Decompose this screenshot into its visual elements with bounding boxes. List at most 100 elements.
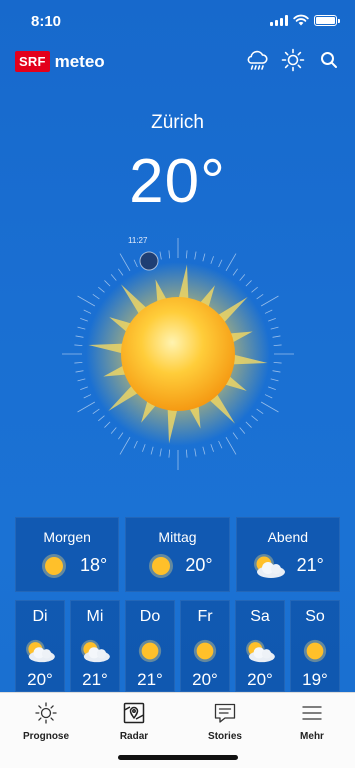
dial-tick bbox=[210, 444, 214, 452]
search-icon[interactable] bbox=[317, 48, 341, 72]
dial-tick bbox=[270, 326, 279, 330]
segment-label: Abend bbox=[267, 529, 309, 545]
dial-tick bbox=[264, 309, 273, 314]
dial-tick bbox=[92, 408, 100, 414]
sun-cloud-icon bbox=[26, 639, 55, 663]
forecast-day-temperature: 19° bbox=[302, 670, 328, 689]
battery-icon bbox=[314, 14, 340, 26]
dial-tick bbox=[142, 444, 146, 452]
forecast-day[interactable]: So 19° bbox=[290, 600, 340, 692]
dial-tick bbox=[110, 274, 117, 281]
city-name[interactable]: Zürich bbox=[0, 112, 355, 134]
forecast-day[interactable]: Do 21° bbox=[125, 600, 175, 692]
dial-tick bbox=[133, 259, 138, 268]
dial-tick bbox=[260, 295, 279, 307]
dial-tick bbox=[202, 253, 206, 262]
dial-tick bbox=[168, 250, 171, 259]
dial-tick bbox=[239, 274, 246, 281]
sun-disc bbox=[121, 297, 235, 411]
dial-tick bbox=[239, 427, 246, 434]
forecast-day[interactable]: Fr 20° bbox=[180, 600, 230, 692]
dial-tick bbox=[232, 268, 238, 276]
sun-cloud-icon bbox=[246, 639, 275, 663]
day-segments: Morgen 18° Mittag 20° Abend 21° bbox=[15, 517, 340, 592]
tab-label: Stories bbox=[208, 731, 242, 742]
forecast-days: Di 20° Mi 21° Do 21° Fr 20° Sa 20° So 19… bbox=[15, 600, 355, 692]
srf-meteo-logo: SRF meteo bbox=[15, 51, 105, 72]
sun-position-marker[interactable] bbox=[139, 251, 159, 271]
dial-tick bbox=[80, 386, 88, 390]
forecast-day[interactable]: Mi 21° bbox=[70, 600, 120, 692]
forecast-day-temperature: 21° bbox=[137, 670, 163, 689]
forecast-day-name: Di bbox=[32, 608, 48, 625]
dial-tick bbox=[268, 318, 276, 322]
dial-tick bbox=[260, 401, 279, 413]
sun-cloud-icon bbox=[81, 639, 110, 663]
dial-tick bbox=[251, 415, 258, 422]
forecast-day-temperature: 21° bbox=[82, 670, 108, 689]
segment-temperature: 21° bbox=[296, 555, 324, 575]
sun-icon[interactable] bbox=[281, 48, 305, 72]
segment-label: Mittag bbox=[158, 529, 197, 545]
wifi-icon bbox=[293, 14, 309, 26]
segment-temperature: 18° bbox=[80, 555, 108, 575]
tab-stories[interactable]: Stories bbox=[190, 701, 260, 742]
dial-tick bbox=[74, 361, 83, 364]
sun-dial[interactable] bbox=[60, 236, 300, 472]
sun-icon bbox=[42, 554, 66, 578]
dial-tick bbox=[251, 286, 258, 293]
tab-radar[interactable]: Radar bbox=[99, 701, 169, 742]
dial-tick bbox=[256, 408, 264, 414]
dial-tick bbox=[185, 250, 188, 259]
header-actions bbox=[245, 48, 341, 72]
tab-mehr[interactable]: Mehr bbox=[277, 701, 347, 742]
dial-tick bbox=[92, 294, 100, 300]
dial-tick bbox=[83, 394, 92, 399]
dial-tick bbox=[77, 378, 86, 382]
forecast-day[interactable]: Sa 20° bbox=[235, 600, 285, 692]
forecast-day-temperature: 20° bbox=[247, 670, 273, 689]
dial-tick bbox=[77, 401, 96, 413]
dial-tick bbox=[118, 432, 124, 440]
map-pin-icon bbox=[123, 702, 145, 724]
segment-temperature: 20° bbox=[185, 555, 213, 575]
dial-tick bbox=[104, 280, 111, 287]
dial-tick bbox=[210, 256, 214, 264]
dial-tick bbox=[245, 280, 252, 287]
dial-tick bbox=[119, 253, 131, 272]
forecast-day-temperature: 20° bbox=[27, 670, 53, 689]
forecast-day[interactable]: Di 20° bbox=[15, 600, 65, 692]
forecast-day-name: Do bbox=[139, 608, 161, 625]
tab-bar: Prognose Radar Stories Mehr bbox=[0, 692, 355, 768]
app-header: SRF meteo bbox=[0, 48, 355, 76]
dial-tick bbox=[77, 326, 86, 330]
dial-tick bbox=[273, 344, 282, 347]
dial-tick bbox=[194, 251, 197, 260]
segment-noon[interactable]: Mittag 20° bbox=[125, 517, 230, 592]
dial-tick bbox=[98, 415, 105, 422]
tab-label: Mehr bbox=[300, 731, 324, 742]
dial-tick bbox=[273, 361, 282, 364]
sun-outline-icon bbox=[35, 702, 57, 724]
logo-meteo: meteo bbox=[54, 51, 105, 71]
dial-tick bbox=[272, 335, 281, 338]
dial-tick bbox=[225, 436, 237, 455]
dial-tick bbox=[80, 318, 88, 322]
segment-label: Morgen bbox=[43, 529, 91, 545]
dial-tick bbox=[77, 295, 96, 307]
dial-tick bbox=[159, 251, 162, 260]
sun-icon bbox=[149, 554, 174, 578]
forecast-day-name: So bbox=[305, 608, 325, 625]
sun-cloud-icon bbox=[253, 554, 285, 578]
home-indicator bbox=[118, 755, 238, 760]
dial-tick bbox=[98, 286, 105, 293]
rain-cloud-icon[interactable] bbox=[245, 48, 269, 72]
segment-morning[interactable]: Morgen 18° bbox=[15, 517, 120, 592]
tab-prognose[interactable]: Prognose bbox=[11, 701, 81, 742]
segment-evening[interactable]: Abend 21° bbox=[235, 517, 340, 592]
tab-label: Prognose bbox=[22, 731, 70, 742]
forecast-day-name: Fr bbox=[197, 608, 213, 625]
dial-tick bbox=[168, 449, 171, 458]
dial-tick bbox=[232, 432, 238, 440]
dial-tick bbox=[133, 440, 138, 449]
